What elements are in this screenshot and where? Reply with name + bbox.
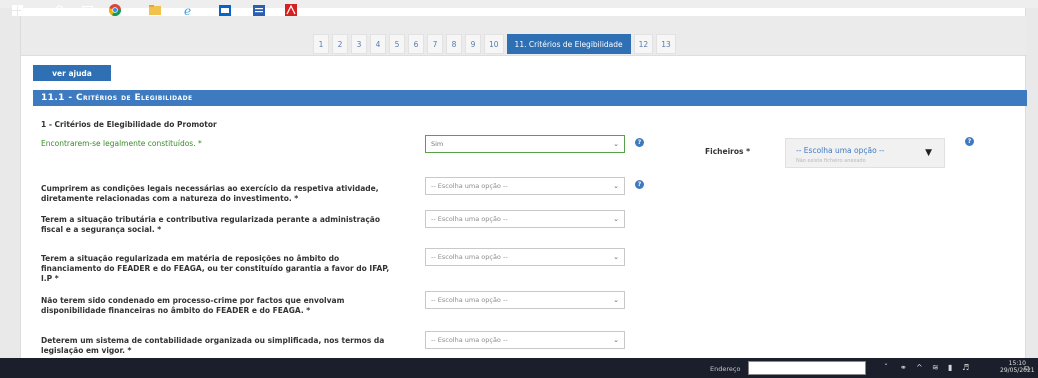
page-tab[interactable]: 6 — [408, 34, 424, 54]
windows-start-icon[interactable] — [10, 3, 24, 17]
page-tab[interactable]: 3 — [351, 34, 367, 54]
select-accounting-system[interactable]: -- Escolha uma opção -- ⌄ — [425, 331, 625, 349]
select-value: Sim — [431, 140, 444, 148]
chevron-up-icon[interactable]: ^ — [916, 363, 923, 372]
question-label-legally-constituted: Encontrarem-se legalmente constituídos. … — [41, 139, 202, 148]
select-value: -- Escolha uma opção -- — [431, 253, 508, 261]
caret-down-icon: ▼ — [925, 148, 932, 158]
files-placeholder: -- Escolha uma opção -- — [796, 146, 885, 155]
page-tab[interactable]: 13 — [656, 34, 676, 54]
volume-icon[interactable]: ♬ — [962, 363, 969, 372]
page-tab[interactable]: 12 — [633, 34, 654, 54]
question-label-legal-conditions: Cumprirem as condições legais necessária… — [41, 184, 379, 203]
task-view-icon[interactable] — [80, 3, 94, 17]
page-tab[interactable]: 9 — [465, 34, 481, 54]
page-tab[interactable]: 7 — [427, 34, 443, 54]
chevron-down-icon: ⌄ — [613, 140, 619, 148]
subsection-title: 1 - Critérios de Elegibilidade do Promot… — [41, 120, 217, 129]
page-tab[interactable]: 4 — [370, 34, 386, 54]
select-value: -- Escolha uma opção -- — [431, 182, 508, 190]
select-value: -- Escolha uma opção -- — [431, 215, 508, 223]
select-tax-situation[interactable]: -- Escolha uma opção -- ⌄ — [425, 210, 625, 228]
file-explorer-icon[interactable] — [148, 3, 162, 17]
cloud-sync-icon[interactable]: ⚭ — [900, 363, 907, 372]
chevron-down-icon: ⌄ — [613, 253, 619, 261]
question-label-accounting-system: Deterem um sistema de contabilidade orga… — [41, 336, 385, 355]
files-dropdown[interactable]: -- Escolha uma opção -- Não existe fiche… — [785, 138, 945, 168]
address-label: Endereço — [710, 365, 741, 373]
page-tab[interactable]: 2 — [332, 34, 348, 54]
battery-icon[interactable]: ▮ — [948, 363, 952, 372]
select-value: -- Escolha uma opção -- — [431, 336, 508, 344]
files-label: Ficheiros * — [705, 147, 750, 156]
network-icon[interactable]: ≋ — [932, 363, 939, 372]
pagination: 1 2 3 4 5 6 7 8 9 10 11. Critérios de Elegibilidad… — [313, 34, 679, 54]
page-background: 1 2 3 4 5 6 7 8 9 10 11. Critérios de Elegibilidad… — [0, 0, 1038, 358]
chrome-icon[interactable] — [108, 3, 122, 17]
address-input[interactable] — [748, 361, 866, 375]
pagination-band: 1 2 3 4 5 6 7 8 9 10 11. Critérios de Elegibilidad… — [21, 16, 1027, 56]
chevron-down-icon: ⌄ — [613, 336, 619, 344]
page-tab[interactable]: 10 — [484, 34, 504, 54]
chevron-down-icon: ⌄ — [613, 182, 619, 190]
select-legally-constituted[interactable]: Sim ⌄ — [425, 135, 625, 153]
files-empty-text: Não existe ficheiro anexado — [796, 158, 866, 164]
acrobat-icon[interactable] — [284, 3, 298, 17]
info-icon[interactable]: ? — [635, 180, 644, 189]
search-icon[interactable] — [52, 3, 66, 17]
info-icon[interactable]: ? — [965, 137, 974, 146]
page-tab-active[interactable]: 11. Critérios de Elegibilidade — [506, 34, 631, 54]
select-repositions[interactable]: -- Escolha uma opção -- ⌄ — [425, 248, 625, 266]
page-tab[interactable]: 8 — [446, 34, 462, 54]
select-criminal-process[interactable]: -- Escolha uma opção -- ⌄ — [425, 291, 625, 309]
chevron-down-icon: ⌄ — [613, 215, 619, 223]
notifications-icon[interactable]: ▫ — [1024, 363, 1029, 372]
page-tab[interactable]: 1 — [313, 34, 329, 54]
page-tab[interactable]: 5 — [389, 34, 405, 54]
form-sheet: 1 2 3 4 5 6 7 8 9 10 11. Critérios de Elegibilidad… — [20, 8, 1027, 358]
outlook-icon[interactable] — [218, 3, 232, 17]
select-legal-conditions[interactable]: -- Escolha uma opção -- ⌄ — [425, 177, 625, 195]
taskbar — [0, 358, 1038, 378]
chevron-down-icon: ⌄ — [613, 296, 619, 304]
word-icon[interactable] — [252, 3, 266, 17]
chevron-down-icon[interactable]: ˇ — [884, 363, 888, 372]
help-button[interactable]: ver ajuda — [33, 65, 111, 81]
select-value: -- Escolha uma opção -- — [431, 296, 508, 304]
svg-text:e: e — [184, 4, 191, 16]
info-icon[interactable]: ? — [635, 138, 644, 147]
question-label-criminal-process: Não terem sido condenado em processo-cri… — [41, 296, 345, 315]
section-title: 11.1 - Critérios de Elegibilidade — [33, 90, 1027, 106]
internet-explorer-icon[interactable]: e — [182, 3, 196, 17]
question-label-tax-situation: Terem a situação tributária e contributi… — [41, 215, 381, 234]
question-label-repositions: Terem a situação regularizada em matéria… — [41, 254, 390, 283]
